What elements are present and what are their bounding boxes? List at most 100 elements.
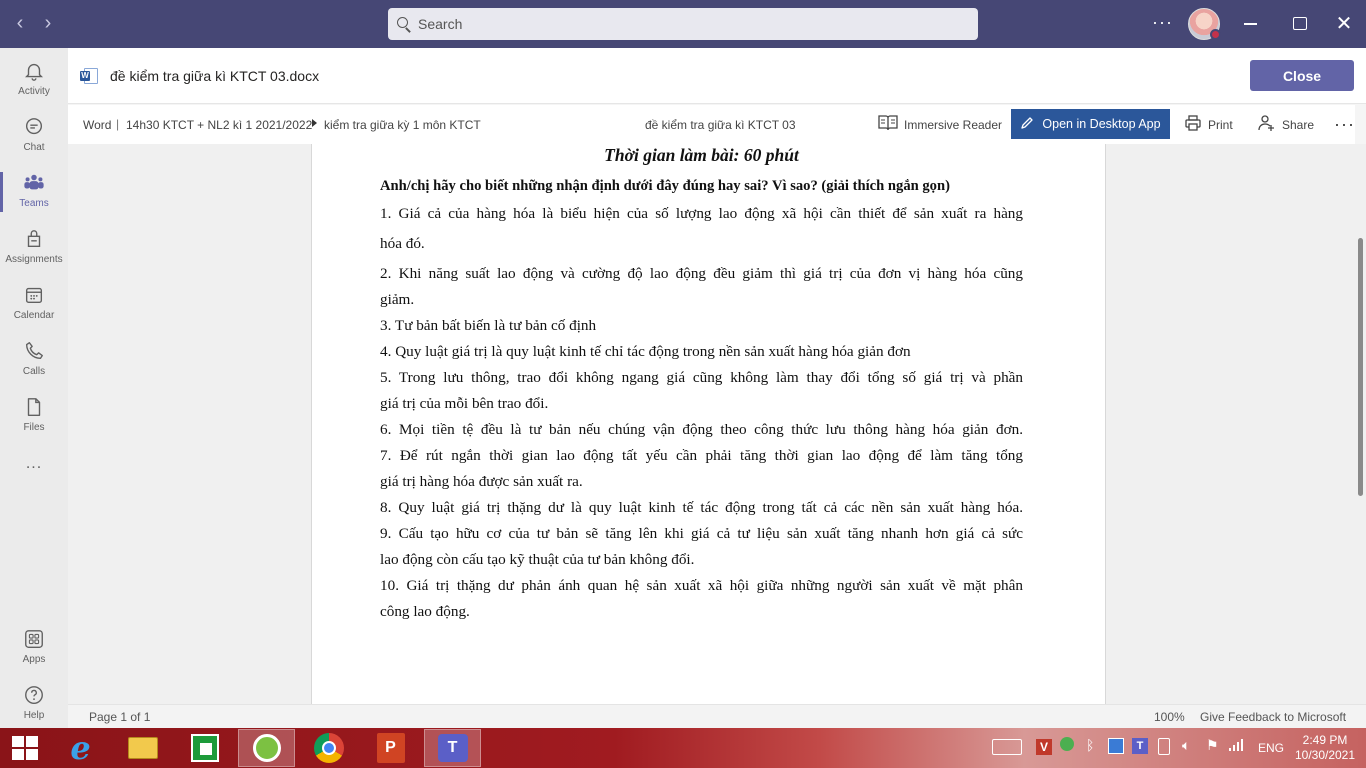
more-options-icon[interactable]: ··· <box>1152 12 1173 33</box>
appbar-chat[interactable]: Chat <box>0 108 68 164</box>
calendar-icon <box>22 284 46 308</box>
share-person-icon <box>1258 114 1276 137</box>
input-language[interactable]: ENG <box>1258 741 1284 755</box>
open-in-desktop-button[interactable]: Open in Desktop App <box>1011 109 1170 139</box>
vertical-scrollbar[interactable] <box>1355 144 1366 704</box>
tray-teams-icon[interactable]: T <box>1132 738 1148 754</box>
taskbar-coccoc[interactable] <box>238 729 295 767</box>
pencil-icon <box>1020 116 1034 133</box>
wifi-signal-icon[interactable] <box>1228 738 1244 755</box>
appbar-label: Files <box>23 422 45 433</box>
document-viewport[interactable]: Thời gian làm bài: 60 phút Anh/chị hãy c… <box>68 144 1355 704</box>
forward-arrow-icon[interactable]: › <box>36 12 60 36</box>
appbar-files[interactable]: Files <box>0 388 68 444</box>
zoom-level[interactable]: 100% <box>1154 710 1185 724</box>
folder-icon <box>127 737 158 759</box>
app-bar: Activity Chat Teams Assignments Calendar… <box>0 48 68 728</box>
printer-icon <box>1184 114 1202 137</box>
assignments-icon <box>22 228 46 252</box>
taskbar-file-explorer[interactable] <box>114 729 171 767</box>
taskbar-powerpoint[interactable]: P <box>362 729 419 767</box>
powerpoint-icon: P <box>376 733 405 763</box>
document-heading: Thời gian làm bài: 60 phút <box>604 145 799 165</box>
taskbar-internet-explorer[interactable]: e <box>52 729 109 767</box>
appbar-label: Teams <box>19 198 49 209</box>
touch-keyboard-icon[interactable] <box>992 739 1022 755</box>
document-line: lao động còn cấu tạo kỹ thuật của tư bản… <box>380 551 695 568</box>
appbar-label: Calendar <box>13 310 55 321</box>
network-app-icon[interactable] <box>1060 737 1074 751</box>
document-line: 3. Tư bản bất biến là tư bản cố định <box>380 317 597 334</box>
print-button[interactable]: Print <box>1184 113 1233 137</box>
bluetooth-icon[interactable]: ᛒ <box>1086 737 1094 753</box>
document-line: 9. Cấu tạo hữu cơ của tư bản sẽ tăng lên… <box>380 525 1023 542</box>
appbar-label: Chat <box>23 142 45 153</box>
more-options-icon[interactable]: ··· <box>1334 114 1355 135</box>
breadcrumb-chevron-icon <box>312 119 317 127</box>
appbar-teams[interactable]: Teams <box>0 164 68 220</box>
document-title: đề kiểm tra giữa kì KTCT 03.docx <box>110 68 320 84</box>
document-center-title: đề kiểm tra giữa kì KTCT 03 <box>645 118 796 132</box>
tray-app-icon[interactable] <box>1108 738 1124 754</box>
document-instruction: Anh/chị hãy cho biết những nhận định dướ… <box>380 178 950 194</box>
battery-icon[interactable] <box>1158 738 1170 755</box>
maximize-button[interactable] <box>1288 12 1312 36</box>
file-header: W đề kiểm tra giữa kì KTCT 03.docx Close <box>68 48 1366 104</box>
appbar-calls[interactable]: Calls <box>0 332 68 388</box>
document-line: giá trị của mỗi bên trao đổi. <box>380 395 549 412</box>
appbar-activity[interactable]: Activity <box>0 52 68 108</box>
document-line: 4. Quy luật giá trị là quy luật kinh tế … <box>380 343 911 360</box>
scrollbar-thumb[interactable] <box>1358 238 1363 496</box>
vietkey-icon[interactable]: V <box>1036 739 1052 755</box>
search-icon <box>396 16 412 33</box>
immersive-reader-icon <box>878 114 898 137</box>
feedback-link[interactable]: Give Feedback to Microsoft <box>1200 710 1346 724</box>
appbar-help[interactable]: Help <box>0 676 68 732</box>
document-line: 10. Giá trị thặng dư phản ánh quan hệ sả… <box>380 577 1023 594</box>
system-clock[interactable]: 2:49 PM 10/30/2021 <box>1290 733 1360 763</box>
document-line: 5. Trong lưu thông, trao đổi không ngang… <box>380 369 1023 386</box>
flag-icon[interactable]: ⚑ <box>1206 737 1219 754</box>
clock-time: 2:49 PM <box>1302 733 1348 747</box>
breadcrumb-team[interactable]: 14h30 KTCT + NL2 kì 1 2021/2022 <box>126 118 312 132</box>
status-bar: Page 1 of 1 100% Give Feedback to Micros… <box>68 704 1366 728</box>
appbar-calendar[interactable]: Calendar <box>0 276 68 332</box>
bell-icon <box>22 60 46 84</box>
word-toolbar: Word | 14h30 KTCT + NL2 kì 1 2021/2022 k… <box>68 105 1355 144</box>
open-in-desktop-label: Open in Desktop App <box>1042 117 1161 131</box>
volume-icon[interactable]: 🔈︎ <box>1182 737 1190 754</box>
taskbar-teams[interactable]: T <box>424 729 481 767</box>
start-button[interactable] <box>0 729 50 767</box>
close-window-button[interactable]: ✕ <box>1332 12 1356 36</box>
apps-grid-icon <box>22 628 46 652</box>
taskbar-store[interactable] <box>176 729 233 767</box>
breadcrumb-separator: | <box>116 117 120 131</box>
clock-date: 10/30/2021 <box>1294 748 1356 762</box>
print-label: Print <box>1208 118 1233 132</box>
teams-icon <box>22 172 46 196</box>
search-input[interactable] <box>418 16 938 32</box>
appbar-label: Help <box>23 710 45 721</box>
coccoc-browser-icon <box>252 734 281 762</box>
appbar-apps[interactable]: Apps <box>0 620 68 676</box>
immersive-reader-button[interactable]: Immersive Reader <box>878 113 1002 137</box>
avatar[interactable] <box>1188 8 1221 40</box>
windows-logo-icon <box>12 736 38 760</box>
appbar-assignments[interactable]: Assignments <box>0 220 68 276</box>
word-doc-icon: W <box>80 68 98 84</box>
back-arrow-icon[interactable]: ‹ <box>8 12 32 36</box>
breadcrumb-channel[interactable]: kiểm tra giữa kỳ 1 môn KTCT <box>324 118 481 132</box>
taskbar-chrome[interactable] <box>300 729 357 767</box>
windows-taskbar: e P T V ᛒ T 🔈︎ ⚑ ENG 2:49 PM 10/30/2021 <box>0 728 1366 768</box>
phone-icon <box>22 340 46 364</box>
close-button[interactable]: Close <box>1250 60 1354 91</box>
appbar-more[interactable]: ... <box>0 444 68 484</box>
share-button[interactable]: Share <box>1258 113 1314 137</box>
help-icon <box>22 684 46 708</box>
more-horizontal-icon: ... <box>25 455 43 472</box>
document-line: giảm. <box>380 291 415 308</box>
document-line: 7. Để rút ngắn thời gian lao động tất yế… <box>380 447 1023 464</box>
minimize-button[interactable] <box>1238 12 1262 36</box>
search-box[interactable] <box>388 8 978 40</box>
document-line: hóa đó. <box>380 235 425 252</box>
